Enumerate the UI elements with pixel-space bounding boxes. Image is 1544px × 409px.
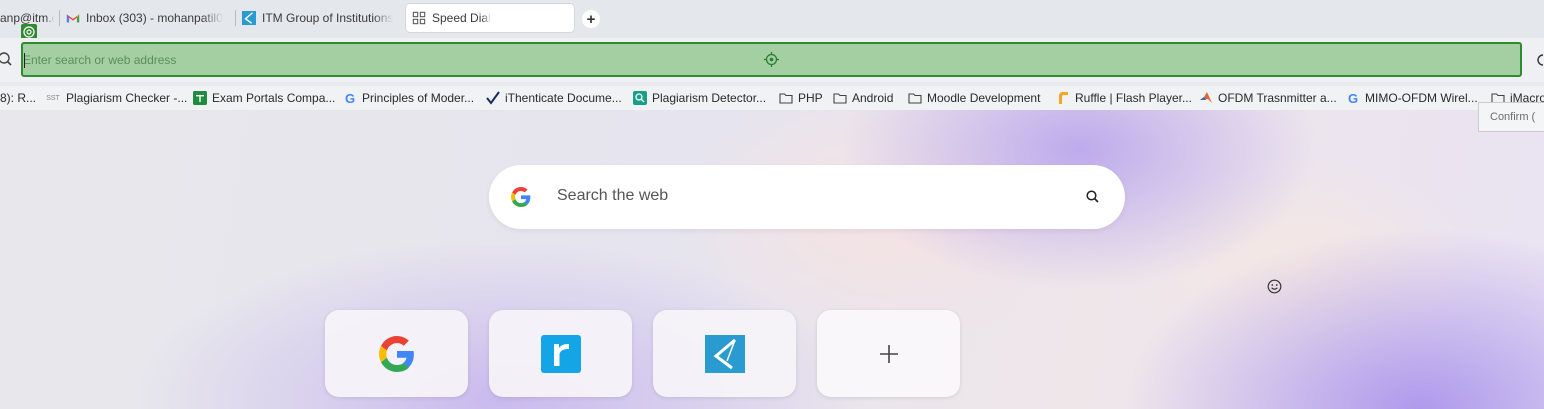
tab-strip: anp@itm.e Inbox (303) - mohanpatil0 ITM … <box>0 0 1544 38</box>
bookmark-item[interactable]: Exam Portals Compa... <box>193 90 335 106</box>
bookmark-item[interactable]: OFDM Trasnmitter a... <box>1199 90 1337 106</box>
folder-icon <box>779 93 793 104</box>
bookmarks-bar: 8): R... SST Plagiarism Checker -... Exa… <box>0 86 1544 110</box>
google-icon <box>511 187 531 207</box>
bookmark-label: Principles of Moder... <box>362 91 475 105</box>
bookmark-item[interactable]: iThenticate Docume... <box>486 90 622 106</box>
tab-gmail-inbox[interactable]: Inbox (303) - mohanpatil0 <box>60 4 236 32</box>
bookmark-item[interactable]: G Principles of Moder... <box>343 90 474 106</box>
bookmark-item[interactable]: Ruffle | Flash Player... <box>1056 90 1192 106</box>
speed-dial-add-tile[interactable] <box>817 310 960 397</box>
bookmark-label: PHP <box>798 91 823 105</box>
bookmark-label: 8): R... <box>0 91 37 105</box>
bookmark-label: Plagiarism Checker -... <box>66 91 188 105</box>
tooltip-text: Confirm ( <box>1490 111 1536 123</box>
bookmark-label: Android <box>852 91 894 105</box>
bookmark-label: iThenticate Docume... <box>505 91 622 105</box>
bookmark-item[interactable]: G MIMO-OFDM Wirel... <box>1346 90 1478 106</box>
plus-icon <box>879 344 898 363</box>
ithenticate-icon <box>486 91 500 105</box>
bookmark-label: MIMO-OFDM Wirel... <box>1365 91 1478 105</box>
r-logo-icon <box>540 334 581 373</box>
search-icon[interactable] <box>0 51 14 67</box>
sheets-icon <box>193 91 207 105</box>
itm-logo-icon <box>704 334 745 373</box>
google-icon: G <box>344 90 356 106</box>
bookmark-item[interactable]: 8): R... <box>0 90 36 106</box>
google-icon <box>378 335 414 372</box>
web-search-box[interactable]: Search the web <box>489 165 1125 229</box>
search-placeholder: Search the web <box>557 187 669 204</box>
smiley-icon[interactable] <box>1267 279 1282 294</box>
new-tab-button[interactable]: + <box>582 10 600 28</box>
text-caret <box>24 53 25 68</box>
partial-icon[interactable] <box>1537 54 1544 66</box>
speed-dial-icon <box>412 11 426 25</box>
folder-icon <box>908 93 922 104</box>
tab-title: Inbox (303) - mohanpatil0 <box>86 11 223 25</box>
bookmark-label: Moodle Development <box>927 91 1041 105</box>
bookmark-item[interactable]: Plagiarism Detector... <box>633 90 766 106</box>
gmail-icon <box>66 14 80 23</box>
speed-dial-tile-r[interactable] <box>489 310 632 397</box>
confirm-tooltip: Confirm ( <box>1478 102 1544 132</box>
tab-title: Speed Dial <box>432 11 491 25</box>
tab-speed-dial[interactable]: Speed Dial <box>406 4 574 32</box>
bookmark-item[interactable]: SST Plagiarism Checker -... <box>45 90 187 106</box>
sst-icon: SST <box>46 94 60 102</box>
google-icon: G <box>1347 90 1359 106</box>
plagiarism-detector-icon <box>633 91 647 105</box>
bookmark-folder[interactable]: Android <box>833 90 893 106</box>
bookmark-label: Ruffle | Flash Player... <box>1075 91 1192 105</box>
speed-dial-tile-itm[interactable] <box>653 310 796 397</box>
tab-itm-group[interactable]: ITM Group of Institutions <box>236 4 402 32</box>
bookmark-label: Plagiarism Detector... <box>652 91 767 105</box>
crosshair-icon <box>764 52 779 67</box>
search-icon[interactable] <box>1085 189 1101 205</box>
speed-dial-page: Search the web <box>0 110 1544 409</box>
bookmark-label: OFDM Trasnmitter a... <box>1218 91 1337 105</box>
bookmark-folder[interactable]: PHP <box>779 90 823 106</box>
tab-title: ITM Group of Institutions <box>262 11 394 25</box>
folder-icon <box>833 93 847 104</box>
bookmark-folder[interactable]: Moodle Development <box>908 90 1040 106</box>
matlab-icon <box>1200 92 1212 103</box>
ruffle-icon <box>1059 92 1068 104</box>
plus-icon: + <box>586 10 596 28</box>
tab-title: anp@itm.e <box>0 11 54 25</box>
speed-dial-tile-google[interactable] <box>325 310 468 397</box>
bookmark-label: Exam Portals Compa... <box>212 91 336 105</box>
itm-logo-icon <box>242 11 256 25</box>
